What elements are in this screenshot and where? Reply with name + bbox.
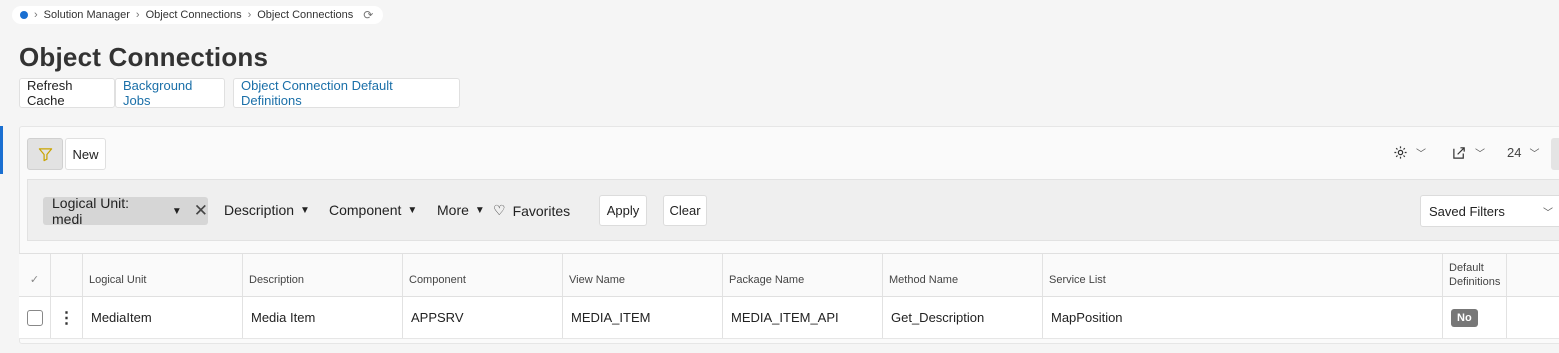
header-actions-cell xyxy=(51,254,83,296)
nav-accent-bar xyxy=(0,126,3,174)
filter-toggle-button[interactable] xyxy=(27,138,63,170)
filter-description-label: Description xyxy=(224,202,295,218)
gear-icon xyxy=(1394,146,1407,159)
caret-down-icon: ▼ xyxy=(407,204,418,216)
cell-default-definitions[interactable]: No xyxy=(1443,297,1507,338)
column-header-service-list[interactable]: Service List xyxy=(1043,254,1443,296)
caret-down-icon[interactable]: ▼ xyxy=(172,206,182,217)
cell-component[interactable]: APPSRV xyxy=(403,297,563,338)
breadcrumb-item-current: Object Connections xyxy=(257,9,354,21)
chevron-down-icon: ﹀ xyxy=(1416,149,1426,160)
page-title: Object Connections xyxy=(19,42,269,72)
chevron-down-icon: ﹀ xyxy=(1543,207,1553,219)
chevron-right-icon: › xyxy=(135,9,140,21)
breadcrumb: › Solution Manager › Object Connections … xyxy=(12,6,384,24)
breadcrumb-item-object-connections[interactable]: Object Connections xyxy=(146,9,242,21)
column-header-default-definitions[interactable]: Default Definitions xyxy=(1443,254,1507,296)
filter-more-label: More xyxy=(437,202,469,218)
row-checkbox-cell xyxy=(19,297,51,338)
status-badge: No xyxy=(1451,308,1478,327)
row-checkbox[interactable] xyxy=(26,309,43,326)
column-header-package-name[interactable]: Package Name xyxy=(723,254,883,296)
cell-logical-unit[interactable]: MediaItem xyxy=(83,297,243,338)
default-definitions-button[interactable]: Object Connection Default Definitions xyxy=(233,78,460,108)
caret-down-icon: ▼ xyxy=(300,204,310,216)
column-header-method-name[interactable]: Method Name xyxy=(883,254,1043,296)
column-header-definitions-label: Definitions xyxy=(1449,276,1501,288)
column-header-view-name[interactable]: View Name xyxy=(563,254,723,296)
table-header: ✓ Logical Unit Description Component Vie… xyxy=(19,253,1559,297)
filter-chip-label: Logical Unit: medi xyxy=(52,195,130,227)
page-size-select[interactable]: 24 ﹀ xyxy=(1507,145,1539,160)
caret-down-icon: ▼ xyxy=(474,204,485,216)
favorites-label: Favorites xyxy=(512,202,571,219)
column-header-description[interactable]: Description xyxy=(243,254,403,296)
chevron-right-icon: › xyxy=(34,9,38,21)
select-all-checkbox[interactable]: ✓ xyxy=(19,254,51,296)
clear-button[interactable]: Clear xyxy=(663,195,707,226)
cell-view-name[interactable]: MEDIA_ITEM xyxy=(563,297,723,338)
column-header-default-label: Default xyxy=(1449,262,1484,274)
row-actions-cell: ⋮ xyxy=(51,297,83,338)
cell-package-name[interactable]: MEDIA_ITEM_API xyxy=(723,297,883,338)
header-filler-cell xyxy=(1507,254,1559,296)
close-icon[interactable]: ✕ xyxy=(194,201,208,221)
side-panel-toggle[interactable] xyxy=(1551,138,1559,170)
favorites-button[interactable]: ♡ Favorites xyxy=(493,202,570,219)
cell-description[interactable]: Media Item xyxy=(243,297,403,338)
saved-filters-label: Saved Filters xyxy=(1429,203,1505,219)
page-size-value: 24 xyxy=(1507,145,1522,160)
column-header-logical-unit[interactable]: Logical Unit xyxy=(83,254,243,296)
saved-filters-select[interactable]: Saved Filters ﹀ xyxy=(1420,195,1559,227)
row-filler-cell xyxy=(1507,297,1559,338)
filter-more-dropdown[interactable]: More ▼ xyxy=(437,202,485,218)
filter-chip-logical-unit[interactable]: Logical Unit: medi ▼ ✕ xyxy=(43,195,208,227)
column-header-component[interactable]: Component xyxy=(403,254,563,296)
results-table: ✓ Logical Unit Description Component Vie… xyxy=(19,253,1559,339)
cell-method-name[interactable]: Get_Description xyxy=(883,297,1043,338)
table-row[interactable]: ⋮ MediaItem Media Item APPSRV MEDIA_ITEM… xyxy=(19,297,1559,339)
breadcrumb-item-solution-manager[interactable]: Solution Manager xyxy=(44,9,130,21)
export-icon xyxy=(1453,147,1465,159)
filter-icon xyxy=(38,147,52,161)
refresh-cache-button[interactable]: Refresh Cache xyxy=(19,78,115,108)
cell-service-list[interactable]: MapPosition xyxy=(1043,297,1443,338)
filter-component-dropdown[interactable]: Component ▼ xyxy=(329,202,417,218)
home-icon[interactable] xyxy=(20,11,28,19)
heart-icon: ♡ xyxy=(493,202,506,218)
refresh-icon[interactable]: ⟳ xyxy=(363,8,373,22)
new-button[interactable]: New xyxy=(65,138,106,170)
settings-menu[interactable]: ﹀ xyxy=(1393,145,1426,160)
background-jobs-button[interactable]: Background Jobs xyxy=(115,78,225,108)
apply-button[interactable]: Apply xyxy=(599,195,647,226)
kebab-icon[interactable]: ⋮ xyxy=(59,308,75,328)
chevron-down-icon: ﹀ xyxy=(1475,149,1485,160)
check-icon: ✓ xyxy=(29,274,40,286)
filter-component-label: Component xyxy=(329,202,402,218)
chevron-right-icon: › xyxy=(247,9,252,21)
export-menu[interactable]: ﹀ xyxy=(1452,145,1485,160)
chevron-down-icon: ﹀ xyxy=(1529,149,1540,160)
filter-description-dropdown[interactable]: Description ▼ xyxy=(224,202,310,218)
